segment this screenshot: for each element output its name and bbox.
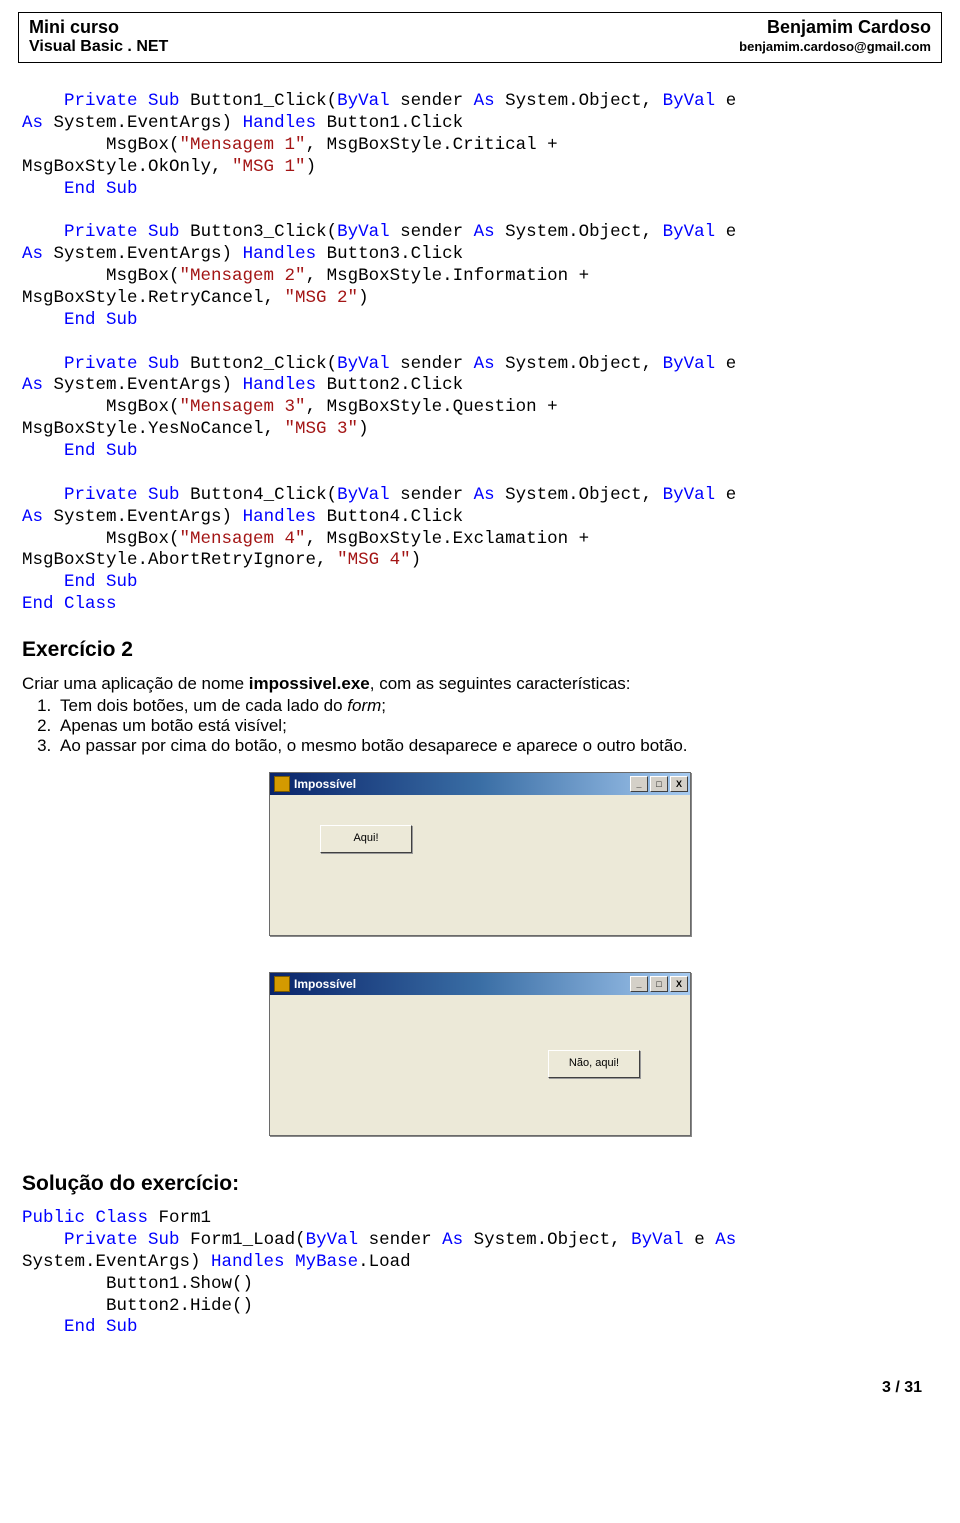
window-title: Impossível — [294, 977, 356, 991]
screenshot-window-1: Impossível _ □ X Aqui! — [269, 772, 691, 936]
app-icon — [274, 776, 290, 792]
req-item-3: Ao passar por cima do botão, o mesmo bot… — [56, 736, 938, 756]
solution-heading: Solução do exercício: — [22, 1172, 938, 1196]
screenshot-window-2: Impossível _ □ X Não, aqui! — [269, 972, 691, 1136]
code-listing-2: Public Class Form1 Private Sub Form1_Loa… — [22, 1208, 938, 1339]
window-title: Impossível — [294, 777, 356, 791]
header-title-right: Benjamim Cardoso — [767, 17, 931, 38]
code-listing-1: Private Sub Button1_Click(ByVal sender A… — [22, 91, 938, 616]
titlebar: Impossível _ □ X — [270, 973, 690, 995]
req-item-2: Apenas um botão está visível; — [56, 716, 938, 736]
req-item-1: Tem dois botões, um de cada lado do form… — [56, 696, 938, 716]
aqui-button[interactable]: Aqui! — [320, 825, 412, 853]
exercise-intro: Criar uma aplicação de nome impossivel.e… — [22, 674, 938, 694]
exercise-requirements: Tem dois botões, um de cada lado do form… — [56, 696, 938, 756]
maximize-icon[interactable]: □ — [650, 776, 668, 792]
page-number: 3 / 31 — [18, 1379, 942, 1397]
close-icon[interactable]: X — [670, 776, 688, 792]
exercise-heading: Exercício 2 — [22, 638, 938, 662]
document-header: Mini curso Benjamim Cardoso Visual Basic… — [18, 12, 942, 63]
client-area: Não, aqui! — [270, 995, 690, 1135]
minimize-icon[interactable]: _ — [630, 976, 648, 992]
maximize-icon[interactable]: □ — [650, 976, 668, 992]
header-title-left: Mini curso — [29, 17, 119, 38]
header-subtitle-left: Visual Basic . NET — [29, 38, 168, 56]
titlebar: Impossível _ □ X — [270, 773, 690, 795]
close-icon[interactable]: X — [670, 976, 688, 992]
nao-aqui-button[interactable]: Não, aqui! — [548, 1050, 640, 1078]
client-area: Aqui! — [270, 795, 690, 935]
app-icon — [274, 976, 290, 992]
header-subtitle-right: benjamim.cardoso@gmail.com — [739, 39, 931, 54]
minimize-icon[interactable]: _ — [630, 776, 648, 792]
